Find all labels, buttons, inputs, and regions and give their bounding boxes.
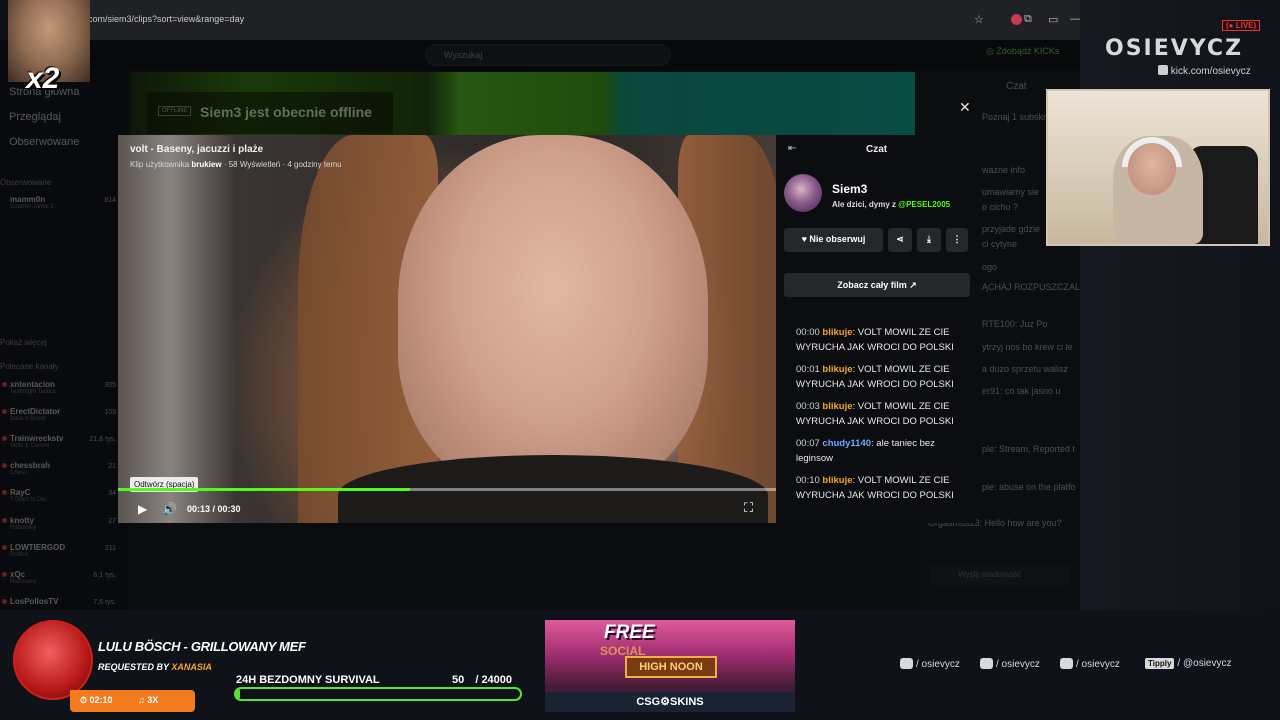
message-user[interactable]: blikuje [822, 401, 852, 412]
goal-progress-bar [234, 687, 522, 701]
tipply-logo: Tipply [1145, 658, 1175, 669]
goal-separator: / [475, 674, 479, 686]
song-multiplier-value: 3X [147, 695, 159, 705]
fullscreen-icon[interactable]: ⛶ [744, 500, 753, 516]
channel-description: Ale dzici, dymy z @PESEL2005 [832, 200, 950, 209]
time-display: 00:13 / 00:30 [187, 504, 241, 514]
more-button[interactable]: ⋮ [946, 228, 968, 252]
clock-icon: ⏱ [80, 695, 88, 705]
profile-avatar[interactable] [1011, 14, 1022, 25]
heart-icon: ♥ [801, 234, 807, 244]
kick-handle: kick.com/osievycz [1158, 65, 1251, 77]
kick-logo-icon [1158, 65, 1168, 75]
channel-name[interactable]: Siem3 [832, 182, 867, 196]
clip-meta: Klip użytkownika brukiew · 58 Wyświetleń… [130, 160, 342, 169]
close-icon[interactable]: ✕ [959, 99, 971, 116]
goal-title: 24H BEZDOMNY SURVIVAL [236, 674, 380, 686]
social-youtube: / osievycz [1060, 658, 1120, 670]
tiktok-icon [980, 658, 993, 669]
volume-icon[interactable]: 🔊 [162, 502, 177, 516]
clip-video[interactable] [118, 135, 776, 523]
tipply-handle: / @osievycz [1177, 658, 1232, 669]
song-title: LULU BÖSCH - GRILLOWANY MEF [98, 639, 306, 654]
clip-chat-title: Czat [866, 144, 888, 155]
webcam [1046, 89, 1270, 246]
social-tipply: Tipply / @osievycz [1145, 658, 1231, 669]
music-note-icon: ♫ [138, 695, 145, 705]
message-time: 00:10 [796, 475, 820, 486]
message-time: 00:01 [796, 364, 820, 375]
ad-brand: CSG⚙SKINS [545, 692, 795, 712]
song-requested-by: REQUESTED BY XANASIA [98, 662, 212, 672]
message-text: VOLT MOWIL ZE CIE WYRUCHA JAK WROCI DO P… [796, 475, 954, 501]
goal-target: 24000 [481, 674, 513, 686]
download-button[interactable]: ⤓ [917, 228, 941, 252]
social-instagram: / osievycz [900, 658, 960, 670]
clip-age: 4 godziny temu [287, 160, 342, 169]
ad-free-text: FREE [604, 622, 655, 643]
chat-collapse-icon[interactable]: ⇤ [788, 143, 796, 154]
bookmark-star-icon[interactable]: ☆ [974, 13, 984, 26]
watch-full-video-button[interactable]: Zobacz cały film ↗ [784, 273, 970, 297]
unfollow-button[interactable]: ♥ Nie obserwuj [784, 228, 883, 252]
message-time: 00:03 [796, 401, 820, 412]
watch-full-label: Zobacz cały film [837, 280, 907, 290]
goal-progress-fill [236, 689, 240, 699]
channel-desc-text: Ale dzici, dymy z [832, 200, 897, 209]
tiktok-handle: / osievycz [996, 659, 1040, 670]
chat-message: 00:03 blikuje: VOLT MOWIL ZE CIE WYRUCHA… [796, 399, 966, 429]
message-time: 00:07 [796, 438, 820, 449]
message-user[interactable]: blikuje [822, 475, 852, 486]
share-button[interactable]: ⋖ [888, 228, 912, 252]
instagram-handle: / osievycz [916, 659, 960, 670]
ad-sign: HIGH NOON [625, 656, 717, 678]
browser-address-bar[interactable]: com/siem3/clips?sort=view&range=day ☆ ⧉ … [88, 0, 1081, 40]
channel-desc-mention[interactable]: @PESEL2005 [898, 200, 950, 209]
song-multiplier: ♫ 3X [138, 695, 158, 705]
chat-message: 00:00 blikuje: VOLT MOWIL ZE CIE WYRUCHA… [796, 325, 966, 355]
message-text: VOLT MOWIL ZE CIE WYRUCHA JAK WROCI DO P… [796, 401, 954, 427]
goal-count: 50 / 24000 [452, 674, 512, 686]
message-time: 00:00 [796, 327, 820, 338]
share-icon: ⋖ [896, 234, 904, 244]
message-text: VOLT MOWIL ZE CIE WYRUCHA JAK WROCI DO P… [796, 327, 954, 353]
live-label: LIVE [1235, 21, 1254, 30]
chat-message: 00:01 blikuje: VOLT MOWIL ZE CIE WYRUCHA… [796, 362, 966, 392]
clip-views: 58 Wyświetleń [228, 160, 281, 169]
url-text[interactable]: com/siem3/clips?sort=view&range=day [88, 14, 244, 24]
message-user[interactable]: blikuje [822, 327, 852, 338]
message-user[interactable]: chudy1140 [822, 438, 871, 449]
streamer-brand: OSIEVYCZ [1105, 36, 1244, 61]
requested-label: REQUESTED BY [98, 662, 169, 672]
live-badge: (● LIVE) [1222, 20, 1261, 31]
clip-author[interactable]: brukiew [191, 160, 221, 169]
message-text: VOLT MOWIL ZE CIE WYRUCHA JAK WROCI DO P… [796, 364, 954, 390]
youtube-handle: / osievycz [1076, 659, 1120, 670]
song-cover [13, 620, 93, 700]
chat-message: 00:10 blikuje: VOLT MOWIL ZE CIE WYRUCHA… [796, 473, 966, 503]
video-scene-face [398, 135, 708, 495]
external-link-icon: ↗ [909, 280, 917, 290]
extensions-icon[interactable]: ⧉ [1024, 13, 1032, 26]
progress-fill [118, 488, 410, 491]
song-requester: XANASIA [171, 662, 212, 672]
social-tiktok: / osievycz [980, 658, 1040, 670]
instagram-icon [900, 658, 913, 669]
youtube-icon [1060, 658, 1073, 669]
download-icon: ⤓ [927, 234, 931, 244]
kick-handle-text: kick.com/osievycz [1170, 66, 1251, 77]
play-icon[interactable]: ▶ [138, 502, 147, 516]
clip-meta-prefix: Klip użytkownika [130, 160, 190, 169]
unfollow-label: Nie obserwuj [809, 234, 866, 244]
sidepanel-icon[interactable]: ▭ [1048, 13, 1058, 26]
chat-message: 00:07 chudy1140: ale taniec bez leginsow [796, 436, 966, 466]
more-icon: ⋮ [952, 234, 962, 244]
message-user[interactable]: blikuje [822, 364, 852, 375]
clip-title: volt - Baseny, jacuzzi i plaże [130, 144, 264, 155]
multiplier-label: x2 [26, 62, 60, 95]
song-time-value: 02:10 [89, 695, 113, 705]
song-time: ⏱ 02:10 [80, 695, 113, 706]
channel-avatar[interactable] [784, 174, 822, 212]
goal-current: 50 [452, 674, 465, 686]
